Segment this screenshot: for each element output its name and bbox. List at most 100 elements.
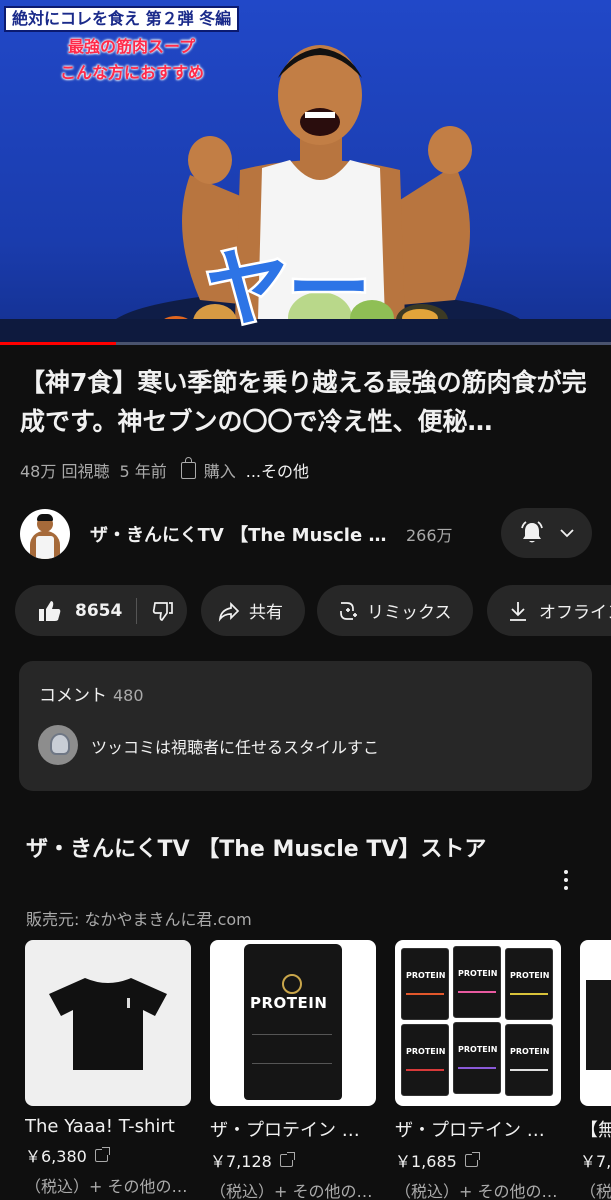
upload-age: 5 年前 [119, 462, 167, 481]
pouch-label-lines [252, 1034, 332, 1064]
pack-label: PROTEIN [458, 1045, 498, 1054]
bell-icon [520, 521, 543, 543]
product-price: ￥7, [580, 1152, 611, 1171]
product-name: 【無 [580, 1120, 611, 1141]
tshirt-image [49, 978, 167, 1070]
product-image-protein: PROTEIN [210, 940, 376, 1106]
comments-header: コメント 480 [39, 681, 144, 706]
pack-label: PROTEIN [458, 969, 498, 978]
pack-stripe [458, 991, 496, 993]
share-button[interactable]: 共有 [201, 585, 305, 636]
product-card[interactable]: PROTEIN ザ・プロテイン ナチュラル ￥7,128 （税込）+ その他の料… [210, 940, 378, 1200]
video-player[interactable]: 絶対にコレを食え 第２弾 冬編 最強の筋肉スープ こんな方におすすめ ヤー [0, 0, 611, 345]
pouch-logo: PROTEIN [250, 994, 328, 1012]
avatar-hair [37, 514, 53, 521]
product-card[interactable]: The Yaaa! T-shirt ￥6,380 （税込）+ その他の料金 [25, 940, 193, 1197]
like-icon[interactable] [37, 598, 63, 624]
top-comment-text: ツッコミは視聴者に任せるスタイルすこ [91, 738, 380, 757]
avatar-shirt [36, 536, 54, 559]
pack-label: PROTEIN [406, 971, 446, 980]
commenter-avatar-figure [50, 733, 70, 755]
sample-pack: PROTEIN [453, 946, 501, 1018]
offline-download-button[interactable]: オフライン [487, 585, 611, 636]
overlay-caption-recommend: こんな方におすすめ [60, 63, 205, 82]
sample-pack: PROTEIN [505, 1024, 553, 1096]
product-card[interactable]: 【無 ￥7, （税 [580, 940, 611, 1200]
pack-label: PROTEIN [510, 1047, 550, 1056]
pack-stripe [406, 1069, 444, 1071]
channel-avatar[interactable] [20, 509, 70, 559]
comments-label: コメント [39, 686, 107, 706]
share-icon [218, 601, 240, 622]
download-icon [510, 601, 526, 621]
progress-bar-fill [0, 342, 117, 345]
sample-pack: PROTEIN [453, 1022, 501, 1094]
action-row: 8654 共有 リミックス オフライン [15, 585, 611, 636]
overlay-caption-subtitle: 最強の筋肉スープ [68, 37, 196, 56]
commenter-avatar [38, 725, 78, 765]
channel-row[interactable]: ザ・きんにくTV 【The Muscle TV】 266万 [20, 508, 592, 560]
product-image-tshirt [25, 940, 191, 1106]
product-price: ￥6,380 [25, 1147, 87, 1166]
product-price-row: ￥6,380 [25, 1143, 193, 1167]
like-divider [136, 597, 138, 624]
remix-icon [340, 601, 357, 620]
store-seller: 販売元: なかやまきんに君.com [26, 910, 252, 929]
external-link-icon [279, 1151, 295, 1167]
pack-stripe [510, 993, 548, 995]
like-count[interactable]: 8654 [75, 601, 122, 621]
product-name: ザ・プロテイン ナチュラル [210, 1120, 376, 1141]
remix-button[interactable]: リミックス [317, 585, 473, 636]
dislike-icon[interactable] [151, 599, 175, 623]
product-price-row: ￥7, [580, 1148, 611, 1172]
remix-label: リミックス [367, 603, 452, 623]
product-carousel: The Yaaa! T-shirt ￥6,380 （税込）+ その他の料金 PR… [0, 940, 611, 1200]
comments-card[interactable]: コメント 480 ツッコミは視聴者に任せるスタイルすこ [19, 661, 592, 791]
product-price: ￥7,128 [210, 1152, 272, 1171]
protein-pouch-image: PROTEIN [244, 944, 342, 1100]
video-meta[interactable]: 48万 回視聴 5 年前 購入 ...その他 [20, 456, 319, 482]
description-more-link[interactable]: ...その他 [246, 458, 309, 482]
product-price-row: ￥1,685 [395, 1148, 563, 1172]
product-price: ￥1,685 [395, 1152, 457, 1171]
pack-label: PROTEIN [406, 1047, 446, 1056]
shopping-bag-icon [180, 456, 196, 479]
product-image-partial [580, 940, 611, 1106]
pack-label: PROTEIN [510, 971, 550, 980]
store-more-menu-icon[interactable] [556, 866, 576, 896]
pouch-emblem [282, 974, 302, 994]
pack-stripe [406, 993, 444, 995]
kebab-dot [564, 870, 568, 874]
overlay-shout-text: ヤー [202, 238, 373, 341]
kebab-dot [564, 878, 568, 882]
like-dislike-group: 8654 [15, 585, 187, 636]
external-link-icon [94, 1146, 110, 1162]
offline-label: オフライン [539, 603, 611, 623]
kebab-dot [564, 886, 568, 890]
chevron-down-icon [559, 529, 574, 538]
view-count: 48万 回視聴 [20, 462, 110, 481]
sample-pack: PROTEIN [505, 948, 553, 1020]
comments-count: 480 [113, 686, 144, 705]
product-tax-note: （税 [580, 1182, 611, 1200]
partial-product-shape [586, 980, 611, 1070]
external-link-icon [464, 1151, 480, 1167]
product-card[interactable]: PROTEIN PROTEIN PROTEIN PROTEIN PROTEIN … [395, 940, 563, 1200]
shopping-label: 購入 [203, 462, 236, 481]
video-title[interactable]: 【神7食】寒い季節を乗り越える最強の筋肉食が完成です。神セブンの〇〇で冷え性、便… [20, 363, 594, 441]
overlay-caption-series: 絶対にコレを食え 第２弾 冬編 [4, 6, 240, 32]
pack-stripe [458, 1067, 496, 1069]
progress-bar[interactable] [0, 342, 611, 345]
sample-pack: PROTEIN [401, 948, 449, 1020]
channel-name[interactable]: ザ・きんにくTV 【The Muscle TV】 [90, 521, 390, 547]
product-price-row: ￥7,128 [210, 1148, 378, 1172]
product-name: ザ・プロテイン お試し [395, 1120, 561, 1141]
sample-pack: PROTEIN [401, 1024, 449, 1096]
subscription-bell-button[interactable] [501, 508, 592, 558]
store-section-title: ザ・きんにくTV 【The Muscle TV】ストア [26, 837, 487, 862]
product-name: The Yaaa! T-shirt [25, 1116, 175, 1137]
product-image-protein-trial: PROTEIN PROTEIN PROTEIN PROTEIN PROTEIN … [395, 940, 561, 1106]
subscriber-count: 266万 [406, 526, 453, 545]
product-tax-note: （税込）+ その他の料金 [210, 1182, 376, 1200]
pack-stripe [510, 1069, 548, 1071]
